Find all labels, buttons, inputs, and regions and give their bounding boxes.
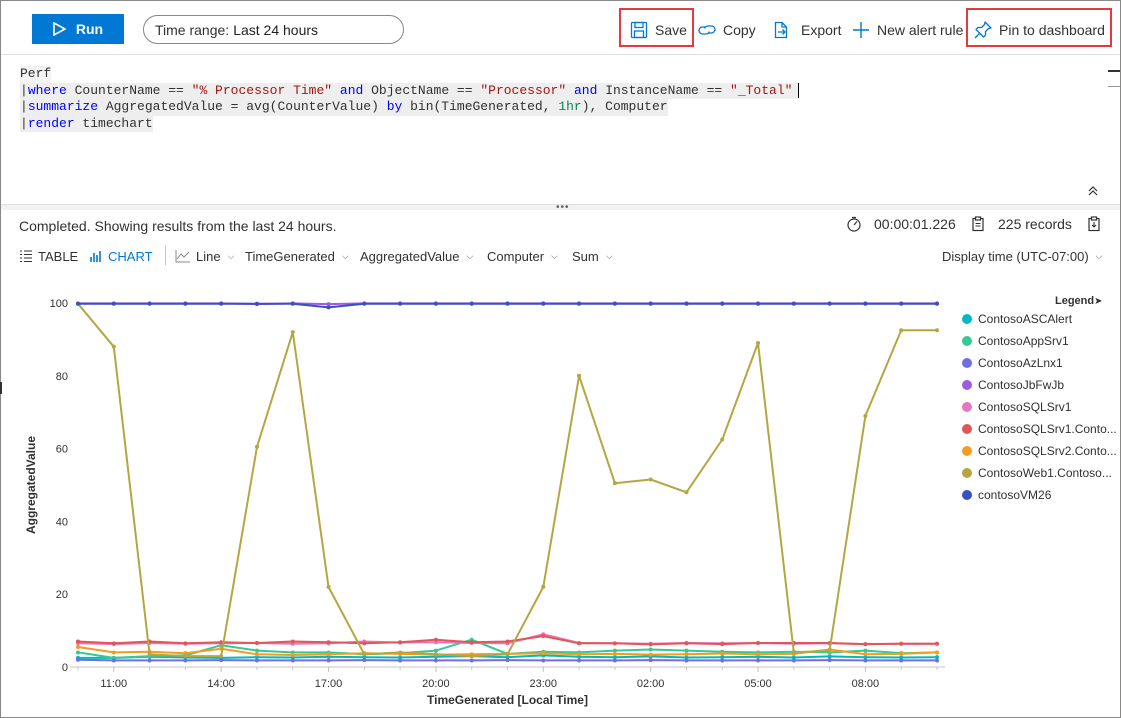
legend-label: ContosoSQLSrv1: [978, 400, 1072, 414]
legend-swatch: [962, 336, 972, 346]
copy-label: Copy: [723, 22, 756, 38]
copy-results-button[interactable]: [1086, 216, 1102, 232]
legend-swatch: [962, 380, 972, 390]
y-column-label: AggregatedValue: [360, 248, 460, 264]
display-time-dropdown[interactable]: Display time (UTC-07:00) ⌵: [942, 246, 1102, 266]
legend-item[interactable]: ContosoSQLSrv1.Conto...: [962, 422, 1117, 436]
y-axis-dropdown[interactable]: AggregatedValue ⌵: [360, 246, 473, 266]
clipboard-icon: [972, 216, 984, 232]
query-line-3: | summarize AggregatedValue = avg(Counte…: [20, 99, 668, 116]
toolbar-divider: [165, 245, 166, 265]
run-button[interactable]: Run: [32, 14, 124, 44]
line-chart-icon: [175, 250, 190, 263]
viz-type-label: Line: [196, 248, 221, 264]
table-view-tab[interactable]: TABLE: [19, 246, 78, 266]
new-alert-rule-button[interactable]: New alert rule: [851, 14, 963, 46]
legend-swatch: [962, 468, 972, 478]
legend-item[interactable]: contosoVM26: [962, 488, 1117, 502]
chart-view-tab[interactable]: CHART: [89, 246, 153, 266]
x-axis-dropdown[interactable]: TimeGenerated ⌵: [245, 246, 349, 266]
legend-swatch: [962, 424, 972, 434]
legend-item[interactable]: ContosoSQLSrv2.Conto...: [962, 444, 1117, 458]
table-icon: [20, 250, 32, 263]
legend-label: ContosoAzLnx1: [978, 356, 1063, 370]
legend-swatch: [962, 402, 972, 412]
legend-label: ContosoSQLSrv1.Conto...: [978, 422, 1117, 436]
record-count: 225 records: [970, 216, 1072, 232]
chevron-down-icon: ⌵: [227, 250, 235, 261]
export-icon: [774, 21, 788, 39]
chevron-down-icon: ⌵: [605, 250, 613, 261]
legend-item[interactable]: ContosoASCAlert: [962, 312, 1117, 326]
pane-resize-handle[interactable]: [0, 382, 2, 394]
display-time-label: Display time (UTC-07:00): [942, 248, 1089, 264]
query-code[interactable]: Perf | where CounterName == "% Processor…: [20, 66, 800, 132]
query-editor[interactable]: Perf | where CounterName == "% Processor…: [1, 56, 1120, 204]
time-range-prefix: Time range:: [155, 21, 230, 38]
legend-title[interactable]: Legend➤: [1055, 295, 1103, 307]
chart-tab-label: CHART: [108, 248, 153, 264]
legend-swatch: [962, 490, 972, 500]
pin-highlight-box: [966, 8, 1112, 47]
editor-scroll-marker: [1108, 86, 1120, 87]
legend-item[interactable]: ContosoJbFwJb: [962, 378, 1117, 392]
export-button[interactable]: Export: [771, 14, 841, 46]
legend-item[interactable]: ContosoAppSrv1: [962, 334, 1117, 348]
plus-icon: [853, 22, 869, 38]
legend-label: ContosoAppSrv1: [978, 334, 1069, 348]
split-by-dropdown[interactable]: Computer ⌵: [487, 246, 558, 266]
legend-label: contosoVM26: [978, 488, 1052, 502]
legend-label: ContosoASCAlert: [978, 312, 1073, 326]
splitter-grip-icon: •••: [556, 202, 570, 213]
save-highlight-box: [619, 8, 694, 47]
run-label: Run: [75, 21, 104, 37]
legend-swatch: [962, 446, 972, 456]
text-cursor: [798, 82, 800, 98]
duration-value: 00:00:01.226: [874, 216, 956, 232]
x-column-label: TimeGenerated: [245, 248, 335, 264]
records-value: 225 records: [998, 216, 1072, 232]
legend-item[interactable]: ContosoSQLSrv1: [962, 400, 1117, 414]
link-icon: [698, 25, 716, 35]
legend-label: ContosoSQLSrv2.Conto...: [978, 444, 1117, 458]
chevron-down-icon: ⌵: [551, 250, 558, 261]
legend-swatch: [962, 358, 972, 368]
collapse-editor-icon[interactable]: [1086, 184, 1100, 198]
copy-button[interactable]: Copy: [697, 14, 756, 46]
aggregation-label: Sum: [572, 248, 599, 264]
timer-icon: [847, 216, 861, 232]
table-tab-label: TABLE: [38, 248, 79, 264]
chevron-down-icon: ⌵: [466, 250, 474, 261]
time-range-picker[interactable]: Time range: Last 24 hours: [143, 15, 404, 44]
query-line-1: Perf: [20, 66, 52, 83]
chevron-down-icon: ⌵: [341, 250, 349, 261]
query-toolbar: Run Time range: Last 24 hours Save Copy …: [1, 1, 1120, 55]
new-alert-label: New alert rule: [877, 22, 964, 38]
export-label: Export: [801, 22, 842, 38]
legend-label: ContosoWeb1.Contoso...: [978, 466, 1112, 480]
query-line-4: | render timechart: [20, 115, 153, 132]
play-icon: [53, 22, 66, 36]
pane-splitter[interactable]: •••: [1, 202, 1120, 213]
bar-chart-icon: [90, 251, 101, 262]
legend-label: ContosoJbFwJb: [978, 378, 1065, 392]
legend-item[interactable]: ContosoAzLnx1: [962, 356, 1117, 370]
legend-swatch: [962, 314, 972, 324]
query-line-2: | where CounterName == "% Processor Time…: [20, 82, 800, 99]
split-column-label: Computer: [487, 248, 545, 264]
clipboard-copy-icon: [1088, 216, 1100, 232]
legend-item[interactable]: ContosoWeb1.Contoso...: [962, 466, 1117, 480]
visualization-type-dropdown[interactable]: Line ⌵: [175, 246, 234, 266]
editor-scrollbar[interactable]: [1108, 70, 1120, 72]
chevron-down-icon: ⌵: [1095, 250, 1103, 261]
aggregation-dropdown[interactable]: Sum ⌵: [572, 246, 613, 266]
query-duration: 00:00:01.226: [846, 216, 956, 232]
time-range-value: Last 24 hours: [233, 21, 319, 38]
status-message: Completed. Showing results from the last…: [19, 218, 337, 234]
